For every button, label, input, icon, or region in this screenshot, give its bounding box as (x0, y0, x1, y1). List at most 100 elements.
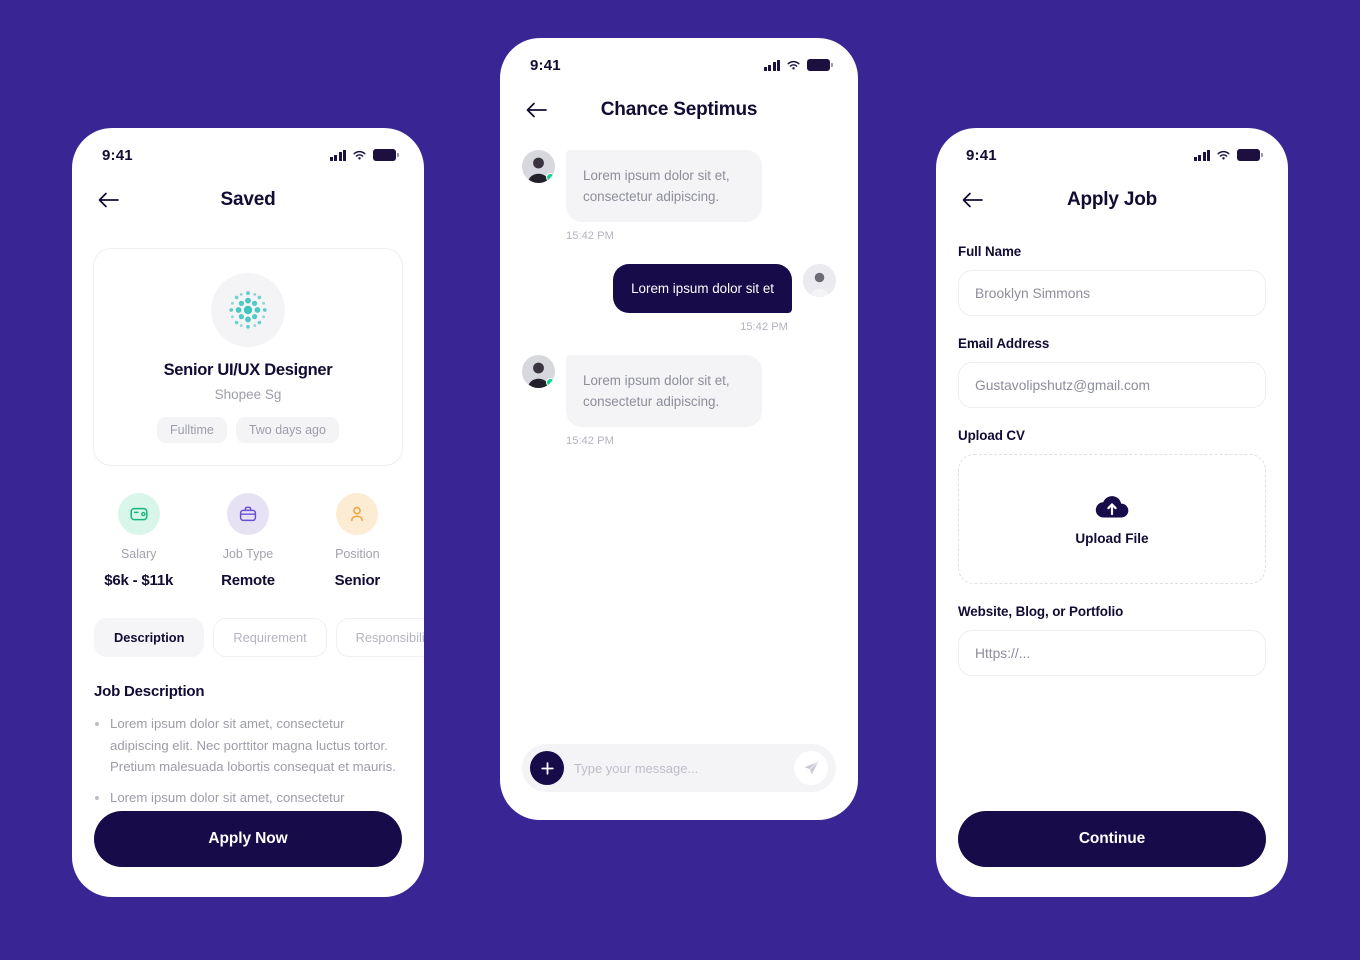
wifi-icon (1217, 150, 1230, 160)
message-composer (522, 744, 836, 792)
job-company: Shopee Sg (214, 387, 282, 402)
chat-message-incoming: Lorem ipsum dolor sit et, consectetur ad… (522, 355, 836, 427)
status-time: 9:41 (530, 56, 561, 74)
fact-label-job-type: Job Type (222, 547, 274, 561)
company-logo (211, 273, 285, 347)
page-title: Apply Job (1066, 189, 1158, 210)
nav-bar: Saved (72, 174, 424, 226)
job-tag-posted[interactable]: Two days ago (235, 417, 339, 443)
field-email: Email Address (958, 336, 1266, 408)
briefcase-icon (226, 493, 269, 535)
fact-value-salary: $6k - $11k (104, 572, 174, 589)
phone-saved-screen: 9:41 Saved Senior UI/UX Designer Shopee … (72, 128, 424, 897)
chat-message-incoming: Lorem ipsum dolor sit et, consectetur ad… (522, 150, 836, 222)
message-timestamp: 15:42 PM (740, 321, 788, 333)
portfolio-input[interactable] (958, 630, 1266, 676)
label-email: Email Address (958, 336, 1050, 351)
battery-icon (807, 59, 833, 71)
apply-now-button[interactable]: Apply Now (94, 811, 402, 867)
status-time: 9:41 (966, 146, 997, 164)
field-full-name: Full Name (958, 244, 1266, 316)
email-field[interactable] (958, 362, 1266, 408)
battery-icon (373, 149, 399, 161)
description-heading: Job Description (94, 683, 205, 700)
status-bar: 9:41 (500, 38, 858, 84)
plus-icon (540, 761, 554, 775)
apply-form: Full Name Email Address Upload CV Upload… (936, 226, 1288, 676)
message-timestamp: 15:42 PM (566, 230, 614, 242)
avatar-photo (803, 264, 836, 297)
phone-apply-screen: 9:41 Apply Job Full Name Brooklyn Simmon… (936, 128, 1288, 897)
upload-cv-dropzone[interactable]: Upload File (958, 454, 1266, 584)
label-full-name: Full Name (958, 244, 1022, 259)
tab-responsibilities[interactable]: Responsibilities (335, 618, 424, 657)
full-name-input[interactable] (958, 270, 1266, 316)
tab-description[interactable]: Description (94, 618, 205, 657)
status-icons (1193, 149, 1263, 161)
status-bar: 9:41 (936, 128, 1288, 174)
field-portfolio: Website, Blog, or Portfolio (958, 604, 1266, 676)
wifi-icon (787, 60, 800, 70)
add-attachment-button[interactable] (530, 751, 564, 785)
online-status-dot (546, 173, 555, 182)
arrow-left-icon (526, 102, 547, 118)
back-button[interactable] (522, 96, 550, 124)
chat-message-outgoing: Lorem ipsum dolor sit et (522, 264, 836, 313)
nav-bar: Chance Septimus (500, 84, 858, 136)
back-button[interactable] (94, 186, 122, 214)
avatar (522, 355, 555, 388)
description-item: Lorem ipsum dolor sit amet, consectetur … (110, 713, 402, 778)
label-portfolio: Website, Blog, or Portfolio (958, 604, 1124, 619)
wifi-icon (353, 150, 366, 160)
detail-tabs: Description Requirement Responsibilities (94, 618, 424, 657)
job-tags: Fulltime Two days ago (110, 417, 386, 443)
online-status-dot (546, 378, 555, 387)
nav-bar: Apply Job (936, 174, 1288, 226)
fact-label-position: Position (335, 547, 380, 561)
back-button[interactable] (958, 186, 986, 214)
fact-job-type: Job Type Remote (193, 493, 302, 589)
chat-message-list: Lorem ipsum dolor sit et, consectetur ad… (500, 136, 858, 447)
job-title: Senior UI/UX Designer (163, 361, 333, 379)
fact-value-job-type: Remote (221, 572, 275, 589)
fact-salary: Salary $6k - $11k (84, 493, 193, 589)
message-input[interactable] (574, 760, 784, 776)
job-card[interactable]: Senior UI/UX Designer Shopee Sg Fulltime… (93, 248, 403, 466)
job-facts: Salary $6k - $11k Job Type Remote Positi… (84, 493, 412, 589)
fact-value-position: Senior (334, 572, 381, 589)
status-time: 9:41 (102, 146, 133, 164)
page-title: Chance Septimus (600, 99, 758, 120)
wallet-icon (117, 493, 160, 535)
tab-requirement[interactable]: Requirement (213, 618, 327, 657)
message-bubble: Lorem ipsum dolor sit et, consectetur ad… (566, 355, 762, 427)
avatar (803, 264, 836, 297)
cellular-signal-icon (763, 59, 780, 71)
company-logo-dots-icon (229, 291, 267, 329)
message-bubble: Lorem ipsum dolor sit et (613, 264, 792, 313)
message-bubble: Lorem ipsum dolor sit et, consectetur ad… (566, 150, 762, 222)
arrow-left-icon (98, 192, 119, 208)
status-icons (329, 149, 399, 161)
status-icons (763, 59, 833, 71)
cloud-upload-icon (1095, 495, 1129, 518)
cellular-signal-icon (1193, 149, 1210, 161)
phone-chat-screen: 9:41 Chance Septimus Lorem ipsum dolor s… (500, 38, 858, 820)
continue-button[interactable]: Continue (958, 811, 1266, 867)
battery-icon (1237, 149, 1263, 161)
job-tag-employment[interactable]: Fulltime (157, 417, 227, 443)
person-icon (336, 493, 379, 535)
upload-file-label: Upload File (1075, 530, 1149, 546)
cellular-signal-icon (329, 149, 346, 161)
arrow-left-icon (962, 192, 983, 208)
status-bar: 9:41 (72, 128, 424, 174)
message-timestamp: 15:42 PM (566, 435, 614, 447)
send-button[interactable] (794, 751, 828, 785)
screens-stage: 9:41 Saved Senior UI/UX Designer Shopee … (0, 0, 1360, 960)
field-upload-cv: Upload CV Upload File (958, 428, 1266, 584)
avatar (522, 150, 555, 183)
page-title: Saved (220, 189, 276, 210)
fact-label-salary: Salary (120, 547, 157, 561)
fact-position: Position Senior (303, 493, 412, 589)
label-upload-cv: Upload CV (958, 428, 1025, 443)
send-paper-plane-icon (804, 760, 819, 774)
